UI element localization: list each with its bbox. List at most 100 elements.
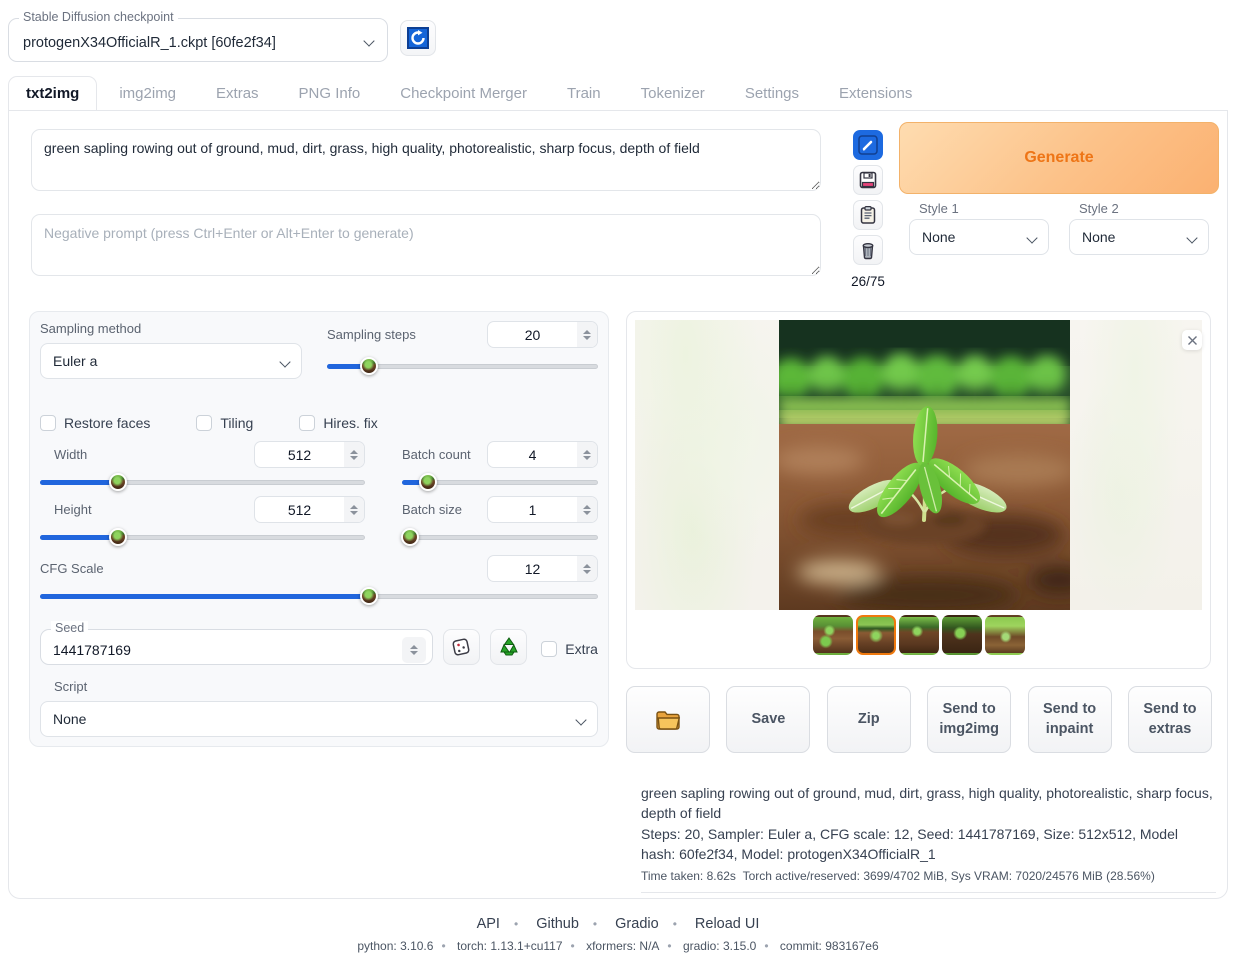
style2-label: Style 2 — [1079, 201, 1119, 216]
generate-button[interactable]: Generate — [899, 122, 1219, 194]
prompt-input[interactable]: green sapling rowing out of ground, mud,… — [31, 129, 821, 191]
checkbox[interactable] — [40, 415, 56, 431]
send-to-extras-button[interactable]: Send to extras — [1128, 686, 1212, 753]
checkbox[interactable] — [299, 415, 315, 431]
height-input[interactable]: 512 — [254, 496, 365, 523]
script-value: None — [53, 711, 577, 727]
sampling-steps-input[interactable]: 20 — [487, 321, 598, 348]
tab-txt2img[interactable]: txt2img — [8, 76, 97, 110]
tab-train[interactable]: Train — [549, 76, 619, 110]
send-to-img2img-button[interactable]: Send to img2img — [927, 686, 1011, 753]
style1-value: None — [922, 229, 1028, 245]
restore-faces-checkbox[interactable]: Restore faces — [40, 415, 150, 431]
clipboard-icon — [858, 205, 878, 225]
footer-link-github[interactable]: Github — [536, 916, 579, 932]
slider-thumb[interactable] — [109, 528, 127, 546]
generated-image[interactable] — [779, 320, 1070, 610]
tab-settings[interactable]: Settings — [727, 76, 817, 110]
stepper-arrows[interactable] — [344, 497, 364, 522]
cfg-scale-slider[interactable] — [40, 587, 598, 605]
gallery-thumbnail-3[interactable] — [899, 615, 939, 655]
extra-seed-checkbox[interactable]: Extra — [541, 641, 598, 657]
recycle-icon — [498, 636, 520, 658]
refresh-checkpoints-button[interactable] — [400, 20, 436, 56]
open-folder-button[interactable] — [626, 686, 710, 753]
stepper-arrows[interactable] — [577, 322, 597, 347]
dice-icon — [450, 636, 472, 658]
footer-link-api[interactable]: API — [477, 916, 500, 932]
send-to-inpaint-button[interactable]: Send to inpaint — [1028, 686, 1112, 753]
close-icon — [1187, 335, 1198, 346]
tab-img2img[interactable]: img2img — [101, 76, 194, 110]
negative-prompt-input[interactable] — [31, 214, 821, 276]
hires-fix-checkbox[interactable]: Hires. fix — [299, 415, 377, 431]
folder-icon — [655, 709, 681, 731]
height-slider[interactable] — [40, 528, 365, 546]
zip-button[interactable]: Zip — [827, 686, 911, 753]
tiling-checkbox[interactable]: Tiling — [196, 415, 253, 431]
slider-thumb[interactable] — [109, 473, 127, 491]
checkpoint-dropdown[interactable]: Stable Diffusion checkpoint protogenX34O… — [8, 18, 388, 62]
trash-icon — [858, 240, 878, 260]
paintbrush-icon — [858, 135, 878, 155]
chevron-down-icon — [575, 714, 586, 725]
style1-label: Style 1 — [919, 201, 959, 216]
prompt-tools: 26/75 — [852, 130, 884, 289]
checkpoint-label: Stable Diffusion checkpoint — [19, 10, 178, 24]
batch-count-label: Batch count — [402, 447, 471, 462]
close-gallery-button[interactable] — [1182, 330, 1202, 350]
style2-value: None — [1082, 229, 1188, 245]
random-seed-button[interactable] — [443, 629, 480, 665]
checkbox[interactable] — [196, 415, 212, 431]
slider-thumb[interactable] — [360, 357, 378, 375]
gallery-thumbnail-5[interactable] — [985, 615, 1025, 655]
tab-extras[interactable]: Extras — [198, 76, 277, 110]
gallery-thumbnail-4[interactable] — [942, 615, 982, 655]
footer-link-reload-ui[interactable]: Reload UI — [695, 916, 759, 932]
width-input[interactable]: 512 — [254, 441, 365, 468]
sampling-steps-slider[interactable] — [327, 357, 598, 375]
clear-prompt-button[interactable] — [853, 235, 883, 265]
stepper-arrows[interactable] — [577, 442, 597, 467]
chevron-down-icon — [279, 356, 290, 367]
batch-count-slider[interactable] — [402, 473, 598, 491]
tab-checkpoint-merger[interactable]: Checkpoint Merger — [382, 76, 545, 110]
sampling-method-dropdown[interactable]: Euler a — [40, 343, 302, 379]
paintbrush-button[interactable] — [853, 130, 883, 160]
gallery-thumbnails — [627, 615, 1210, 655]
style2-dropdown[interactable]: None — [1069, 219, 1209, 255]
apply-style-button[interactable] — [853, 200, 883, 230]
batch-size-slider[interactable] — [402, 528, 598, 546]
gallery-thumbnail-1[interactable] — [813, 615, 853, 655]
save-style-button[interactable] — [853, 165, 883, 195]
batch-count-input[interactable]: 4 — [487, 441, 598, 468]
generation-info-prompt: green sapling rowing out of ground, mud,… — [641, 783, 1216, 824]
style1-dropdown[interactable]: None — [909, 219, 1049, 255]
gallery-thumbnail-2-selected[interactable] — [856, 615, 896, 655]
txt2img-panel: green sapling rowing out of ground, mud,… — [8, 110, 1228, 899]
tab-tokenizer[interactable]: Tokenizer — [623, 76, 723, 110]
slider-thumb[interactable] — [360, 587, 378, 605]
checkbox[interactable] — [541, 641, 557, 657]
tab-extensions[interactable]: Extensions — [821, 76, 930, 110]
slider-thumb[interactable] — [419, 473, 437, 491]
sampling-method-label: Sampling method — [40, 321, 302, 336]
main-tab-bar: txt2img img2img Extras PNG Info Checkpoi… — [8, 76, 1228, 109]
stepper-arrows[interactable] — [402, 637, 426, 663]
seed-input[interactable]: Seed 1441787169 — [40, 629, 433, 665]
script-label: Script — [40, 679, 598, 694]
reuse-seed-button[interactable] — [490, 629, 527, 665]
script-dropdown[interactable]: None — [40, 701, 598, 737]
tab-png-info[interactable]: PNG Info — [281, 76, 379, 110]
slider-thumb[interactable] — [401, 528, 419, 546]
stepper-arrows[interactable] — [577, 556, 597, 581]
width-slider[interactable] — [40, 473, 365, 491]
footer-versions: python: 3.10.6• torch: 1.13.1+cu117• xfo… — [0, 939, 1236, 953]
checkpoint-row: Stable Diffusion checkpoint protogenX34O… — [8, 8, 436, 62]
save-button[interactable]: Save — [726, 686, 810, 753]
batch-size-input[interactable]: 1 — [487, 496, 598, 523]
cfg-scale-input[interactable]: 12 — [487, 555, 598, 582]
footer-link-gradio[interactable]: Gradio — [615, 916, 659, 932]
stepper-arrows[interactable] — [577, 497, 597, 522]
stepper-arrows[interactable] — [344, 442, 364, 467]
